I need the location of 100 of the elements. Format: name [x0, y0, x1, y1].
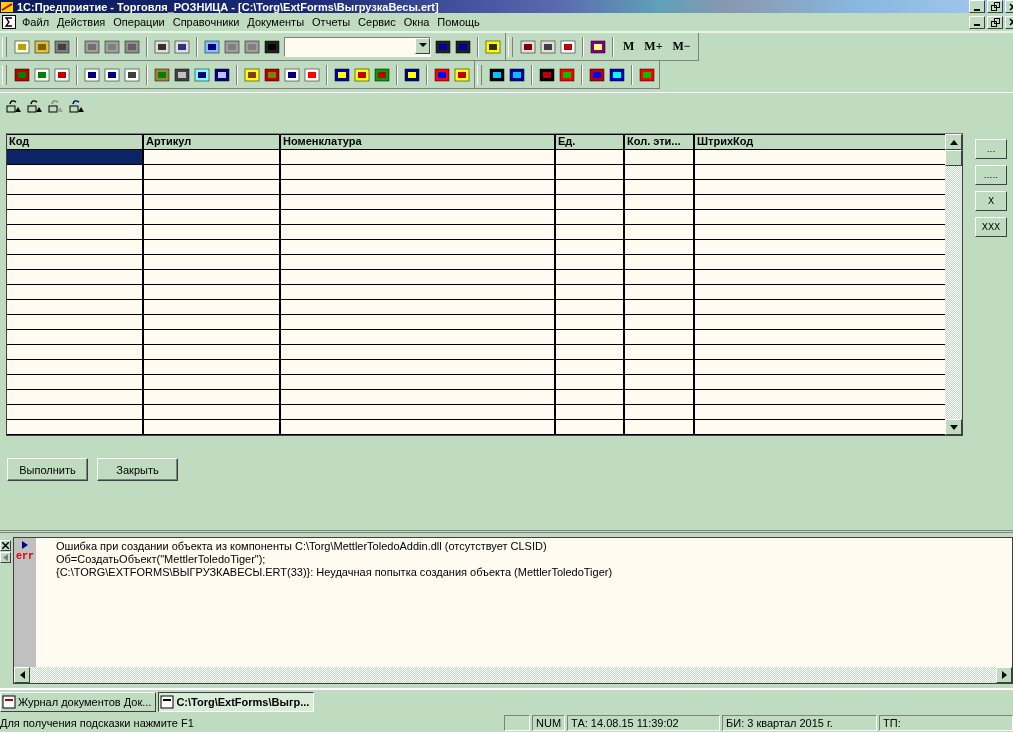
table-cell[interactable]: [281, 405, 556, 420]
table-cell[interactable]: [7, 420, 144, 435]
menu-item[interactable]: Действия: [55, 16, 112, 28]
table-cell[interactable]: [281, 420, 556, 435]
table-cell[interactable]: [7, 390, 144, 405]
table-cell[interactable]: [625, 150, 695, 165]
table-cell[interactable]: [556, 360, 625, 375]
table-cell[interactable]: [144, 420, 281, 435]
table-cell[interactable]: [144, 315, 281, 330]
table-cell[interactable]: [281, 225, 556, 240]
table-cell[interactable]: [144, 360, 281, 375]
table-cell[interactable]: [7, 270, 144, 285]
collapse-button[interactable]: [0, 552, 11, 563]
table-cell[interactable]: [144, 285, 281, 300]
column-header[interactable]: Ед.: [556, 134, 625, 150]
table-cell[interactable]: [281, 315, 556, 330]
table-cell[interactable]: [625, 405, 695, 420]
table-cell[interactable]: [625, 165, 695, 180]
table-cell[interactable]: [695, 345, 945, 360]
table-cell[interactable]: [556, 240, 625, 255]
menu-item[interactable]: Справочники: [170, 16, 246, 28]
table-cell[interactable]: [144, 180, 281, 195]
table-cell[interactable]: [556, 345, 625, 360]
memory-button[interactable]: M+: [641, 39, 666, 54]
table-cell[interactable]: [625, 345, 695, 360]
scrollbar-thumb[interactable]: [945, 150, 962, 166]
table-cell[interactable]: [144, 240, 281, 255]
memory-button[interactable]: M: [620, 39, 638, 54]
table-cell[interactable]: [556, 315, 625, 330]
table-cell[interactable]: [281, 300, 556, 315]
table-cell[interactable]: [556, 255, 625, 270]
menu-item[interactable]: Помощь: [435, 16, 486, 28]
side-button[interactable]: .....: [975, 165, 1007, 185]
side-button[interactable]: X: [975, 191, 1007, 211]
memory-button[interactable]: M−: [669, 39, 694, 54]
table-cell[interactable]: [7, 180, 144, 195]
column-header[interactable]: Код: [7, 134, 144, 150]
table-cell[interactable]: [281, 210, 556, 225]
menu-item[interactable]: Сервис: [356, 16, 402, 28]
table-cell[interactable]: [695, 405, 945, 420]
table-cell[interactable]: [625, 225, 695, 240]
table-cell[interactable]: [695, 210, 945, 225]
table-cell[interactable]: [7, 330, 144, 345]
table-cell[interactable]: [695, 165, 945, 180]
table-cell[interactable]: [281, 255, 556, 270]
table-cell[interactable]: [281, 375, 556, 390]
table-cell[interactable]: [556, 405, 625, 420]
table-cell[interactable]: [144, 330, 281, 345]
table-cell[interactable]: [625, 285, 695, 300]
sigma-icon[interactable]: [2, 15, 16, 29]
table-cell[interactable]: [7, 360, 144, 375]
table-cell[interactable]: [625, 360, 695, 375]
table-cell[interactable]: [625, 270, 695, 285]
table-cell[interactable]: [7, 375, 144, 390]
side-button[interactable]: ...: [975, 139, 1007, 159]
table-cell[interactable]: [281, 285, 556, 300]
menu-item[interactable]: Документы: [245, 16, 311, 28]
table-cell[interactable]: [556, 150, 625, 165]
restore-button[interactable]: [987, 0, 1003, 13]
table-cell[interactable]: [7, 255, 144, 270]
table-cell[interactable]: [695, 270, 945, 285]
table-cell[interactable]: [625, 240, 695, 255]
table-cell[interactable]: [281, 240, 556, 255]
table-cell[interactable]: [7, 405, 144, 420]
table-cell[interactable]: [556, 375, 625, 390]
table-cell[interactable]: [695, 300, 945, 315]
table-cell[interactable]: [556, 180, 625, 195]
table-cell[interactable]: [281, 270, 556, 285]
table-cell[interactable]: [7, 345, 144, 360]
table-cell[interactable]: [144, 405, 281, 420]
table-cell[interactable]: [281, 150, 556, 165]
table-cell[interactable]: [7, 150, 144, 165]
table-cell[interactable]: [695, 225, 945, 240]
table-cell[interactable]: [556, 330, 625, 345]
table-cell[interactable]: [144, 270, 281, 285]
table-cell[interactable]: [695, 360, 945, 375]
table-cell[interactable]: [695, 150, 945, 165]
table-cell[interactable]: [556, 210, 625, 225]
table-cell[interactable]: [7, 285, 144, 300]
table-cell[interactable]: [695, 330, 945, 345]
table-cell[interactable]: [625, 180, 695, 195]
table-cell[interactable]: [695, 420, 945, 435]
table-cell[interactable]: [695, 195, 945, 210]
table-cell[interactable]: [625, 330, 695, 345]
table-cell[interactable]: [7, 315, 144, 330]
table-cell[interactable]: [556, 300, 625, 315]
table-cell[interactable]: [281, 390, 556, 405]
table-cell[interactable]: [625, 315, 695, 330]
table-cell[interactable]: [281, 345, 556, 360]
table-cell[interactable]: [7, 300, 144, 315]
table-cell[interactable]: [625, 375, 695, 390]
table-cell[interactable]: [144, 390, 281, 405]
table-cell[interactable]: [144, 375, 281, 390]
table-cell[interactable]: [144, 225, 281, 240]
table-cell[interactable]: [695, 315, 945, 330]
table-cell[interactable]: [695, 180, 945, 195]
table-cell[interactable]: [625, 390, 695, 405]
table-cell[interactable]: [144, 150, 281, 165]
table-cell[interactable]: [695, 390, 945, 405]
table-cell[interactable]: [556, 225, 625, 240]
